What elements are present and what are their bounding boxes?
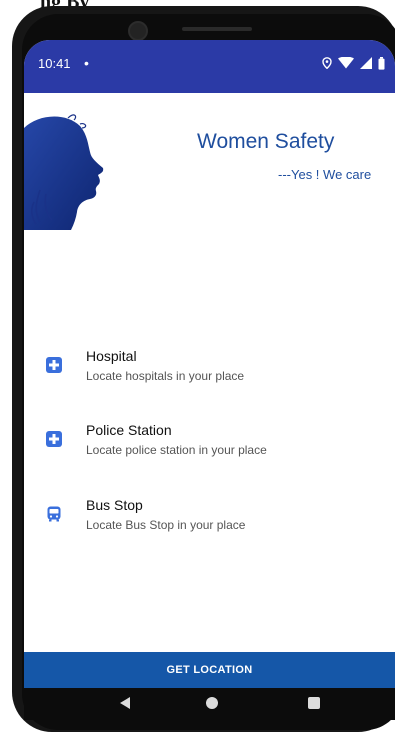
- system-nav-bar: [24, 688, 395, 720]
- earpiece-speaker: [182, 27, 252, 31]
- list-item-police-station[interactable]: Police Station Locate police station in …: [24, 422, 395, 462]
- woman-silhouette-image: [24, 114, 104, 230]
- app-screen: 10:41 • Women Safety ---Yes ! We care Ho…: [24, 40, 395, 688]
- wifi-icon: [338, 57, 354, 69]
- get-location-button[interactable]: GET LOCATION: [24, 652, 395, 688]
- list-item-desc: Locate Bus Stop in your place: [86, 518, 246, 532]
- app-title: Women Safety: [197, 130, 335, 153]
- battery-icon: [378, 56, 385, 70]
- app-tagline: ---Yes ! We care: [278, 167, 372, 182]
- back-icon[interactable]: [120, 697, 130, 709]
- list-item-desc: Locate police station in your place: [86, 443, 267, 457]
- status-icons: [322, 53, 385, 73]
- status-time: 10:41: [38, 56, 71, 71]
- front-camera: [128, 21, 148, 41]
- list-item-desc: Locate hospitals in your place: [86, 369, 245, 383]
- status-bar: 10:41 •: [24, 40, 395, 93]
- list-item-hospital[interactable]: Hospital Locate hospitals in your place: [24, 348, 395, 388]
- notification-dot: •: [84, 55, 89, 71]
- location-icon: [322, 57, 332, 69]
- list-item-title: Hospital: [86, 348, 137, 364]
- home-icon[interactable]: [206, 697, 218, 709]
- list-item-title: Bus Stop: [86, 497, 143, 513]
- recents-icon[interactable]: [308, 697, 320, 709]
- list-item-title: Police Station: [86, 422, 172, 438]
- hospital-plus-icon: [46, 357, 62, 373]
- signal-icon: [360, 57, 372, 69]
- police-plus-icon: [46, 431, 62, 447]
- bus-icon: [47, 506, 61, 522]
- list-item-bus-stop[interactable]: Bus Stop Locate Bus Stop in your place: [24, 497, 395, 537]
